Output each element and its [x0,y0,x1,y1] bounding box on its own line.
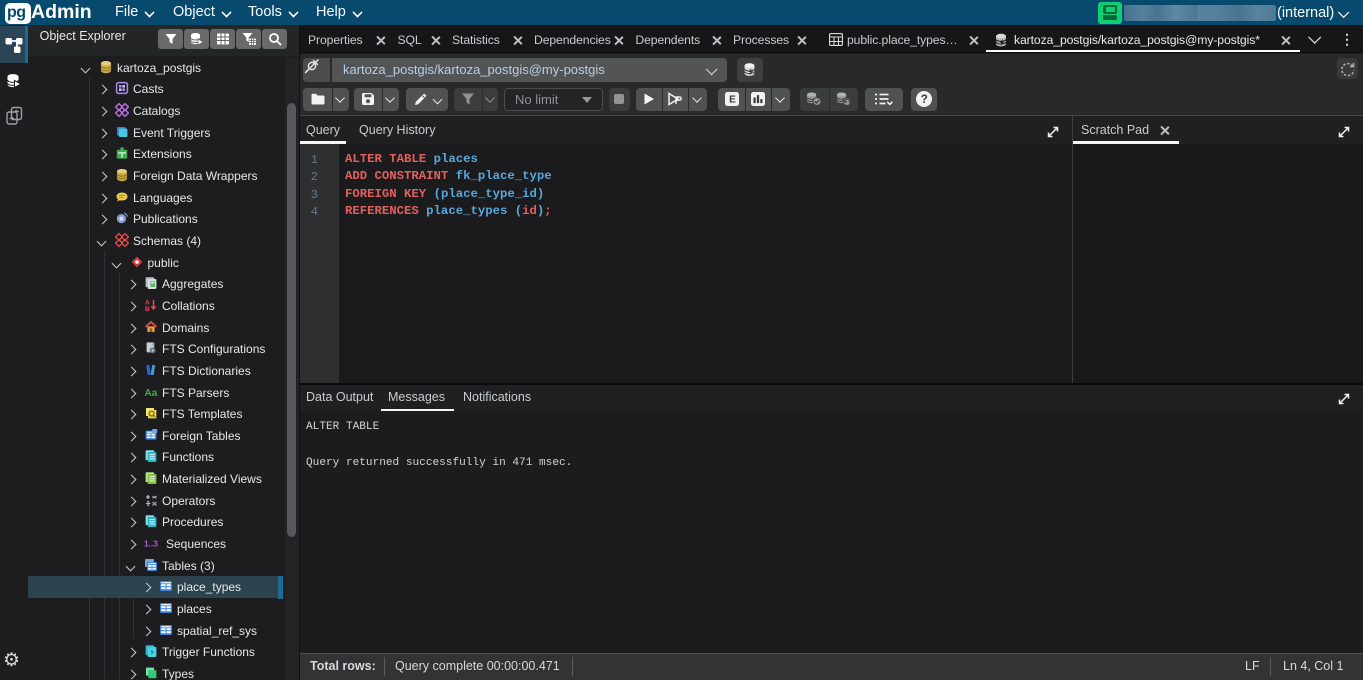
svg-text:?: ? [920,94,927,106]
svg-text:E: E [729,95,736,106]
svg-text:B: B [145,306,150,312]
svg-text:1..3: 1..3 [144,539,158,549]
svg-text:Aa: Aa [145,388,158,399]
